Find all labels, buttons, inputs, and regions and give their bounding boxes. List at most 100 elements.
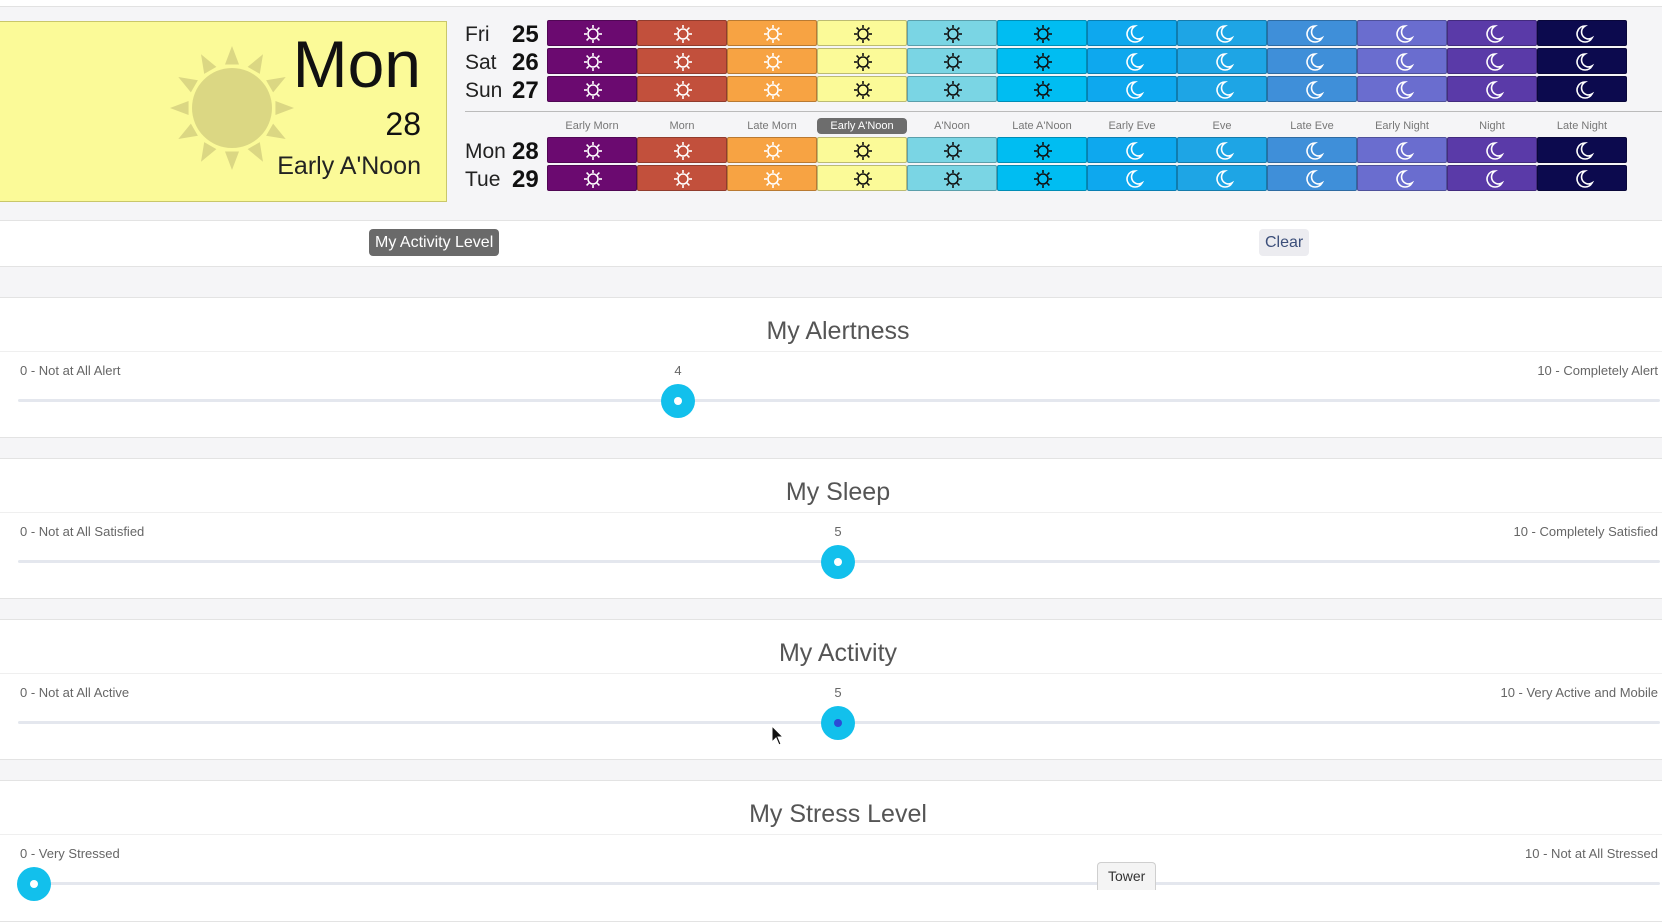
- sun-icon: [764, 81, 782, 99]
- period-label[interactable]: Late Night: [1537, 118, 1627, 134]
- period-cell[interactable]: [997, 76, 1087, 102]
- sun-icon: [674, 81, 692, 99]
- sunrise-icon: [584, 170, 602, 188]
- period-cell[interactable]: [997, 165, 1087, 191]
- period-cell[interactable]: [637, 137, 727, 163]
- period-cell[interactable]: [1537, 165, 1627, 191]
- moon-icon: [1396, 142, 1415, 160]
- period-cell[interactable]: [1087, 48, 1177, 74]
- sun-icon: [944, 53, 962, 71]
- period-cell[interactable]: [547, 165, 637, 191]
- period-cell[interactable]: [907, 137, 997, 163]
- period-cell[interactable]: [1447, 48, 1537, 74]
- period-cell[interactable]: [1357, 76, 1447, 102]
- period-cell[interactable]: [1177, 76, 1267, 102]
- moon-icon: [1486, 53, 1505, 71]
- period-cell[interactable]: [1087, 137, 1177, 163]
- period-cell[interactable]: [1357, 165, 1447, 191]
- period-cell[interactable]: [1267, 165, 1357, 191]
- period-cell[interactable]: [1537, 20, 1627, 46]
- sun-icon: [764, 25, 782, 43]
- period-cell[interactable]: [1267, 48, 1357, 74]
- period-cell[interactable]: [1267, 76, 1357, 102]
- period-cell[interactable]: [637, 76, 727, 102]
- moon-icon: [1486, 25, 1505, 43]
- period-cell[interactable]: [727, 165, 817, 191]
- clear-button[interactable]: Clear: [1259, 229, 1310, 256]
- moon-icon: [1126, 25, 1145, 43]
- period-cell[interactable]: [547, 76, 637, 102]
- period-cell[interactable]: [637, 20, 727, 46]
- slider-track[interactable]: [18, 399, 1660, 402]
- period-cell[interactable]: [1357, 20, 1447, 46]
- period-cell[interactable]: [727, 76, 817, 102]
- period-cell[interactable]: [1447, 76, 1537, 102]
- period-cell[interactable]: [907, 20, 997, 46]
- period-cell[interactable]: [1447, 165, 1537, 191]
- sun-icon: [854, 142, 872, 160]
- period-label[interactable]: Early Morn: [547, 118, 637, 134]
- period-cell[interactable]: [547, 20, 637, 46]
- period-cell[interactable]: [1087, 76, 1177, 102]
- period-cell[interactable]: [1267, 20, 1357, 46]
- period-label[interactable]: Morn: [637, 118, 727, 134]
- slider-value: 5: [834, 524, 842, 539]
- period-label[interactable]: A'Noon: [907, 118, 997, 134]
- period-cell[interactable]: [1537, 48, 1627, 74]
- period-label[interactable]: Early Night: [1357, 118, 1447, 134]
- period-cell[interactable]: [907, 48, 997, 74]
- slider-thumb[interactable]: [661, 384, 695, 418]
- period-label[interactable]: Early Eve: [1087, 118, 1177, 134]
- period-cell[interactable]: [1357, 137, 1447, 163]
- period-cell[interactable]: [637, 165, 727, 191]
- period-cell[interactable]: [727, 48, 817, 74]
- period-cell[interactable]: [997, 48, 1087, 74]
- period-cell[interactable]: [1087, 20, 1177, 46]
- slider-thumb[interactable]: [821, 706, 855, 740]
- tooltip: Tower: [1097, 862, 1157, 890]
- period-label[interactable]: Early A'Noon: [817, 118, 907, 134]
- sun-icon: [944, 81, 962, 99]
- period-cell[interactable]: [817, 48, 907, 74]
- period-cell[interactable]: [1357, 48, 1447, 74]
- moon-icon: [1576, 25, 1595, 43]
- period-cell[interactable]: [1447, 137, 1537, 163]
- period-cell[interactable]: [1177, 48, 1267, 74]
- period-cell[interactable]: [1087, 165, 1177, 191]
- period-cell[interactable]: [727, 20, 817, 46]
- period-label[interactable]: Late Morn: [727, 118, 817, 134]
- period-label[interactable]: Eve: [1177, 118, 1267, 134]
- period-cell[interactable]: [1177, 20, 1267, 46]
- period-cell[interactable]: [547, 137, 637, 163]
- slider-thumb[interactable]: [17, 867, 51, 901]
- period-cell[interactable]: [1537, 137, 1627, 163]
- slider-thumb[interactable]: [821, 545, 855, 579]
- period-cell[interactable]: [727, 137, 817, 163]
- period-cell[interactable]: [1177, 137, 1267, 163]
- sun-icon: [764, 170, 782, 188]
- thumb-dot: [30, 880, 38, 888]
- period-cell[interactable]: [1537, 76, 1627, 102]
- period-cell[interactable]: [817, 20, 907, 46]
- top-strip: [0, 0, 1662, 7]
- period-label[interactable]: Night: [1447, 118, 1537, 134]
- period-label[interactable]: Late Eve: [1267, 118, 1357, 134]
- activity-slider-panel: My Activity 0 - Not at All Active 5 10 -…: [0, 619, 1662, 760]
- period-cell[interactable]: [907, 165, 997, 191]
- slider-track[interactable]: [18, 882, 1660, 885]
- period-cell[interactable]: [817, 76, 907, 102]
- period-cell[interactable]: [547, 48, 637, 74]
- my-activity-level-button[interactable]: My Activity Level: [369, 229, 500, 256]
- period-cell[interactable]: [1267, 137, 1357, 163]
- slider-value: 4: [674, 363, 682, 378]
- period-cell[interactable]: [637, 48, 727, 74]
- period-cell[interactable]: [817, 137, 907, 163]
- period-cell[interactable]: [997, 137, 1087, 163]
- period-cell[interactable]: [1177, 165, 1267, 191]
- period-cell[interactable]: [997, 20, 1087, 46]
- period-cell[interactable]: [907, 76, 997, 102]
- period-cell[interactable]: [817, 165, 907, 191]
- period-cell[interactable]: [1447, 20, 1537, 46]
- period-label[interactable]: Late A'Noon: [997, 118, 1087, 134]
- day-row: Tue 29: [460, 165, 1662, 193]
